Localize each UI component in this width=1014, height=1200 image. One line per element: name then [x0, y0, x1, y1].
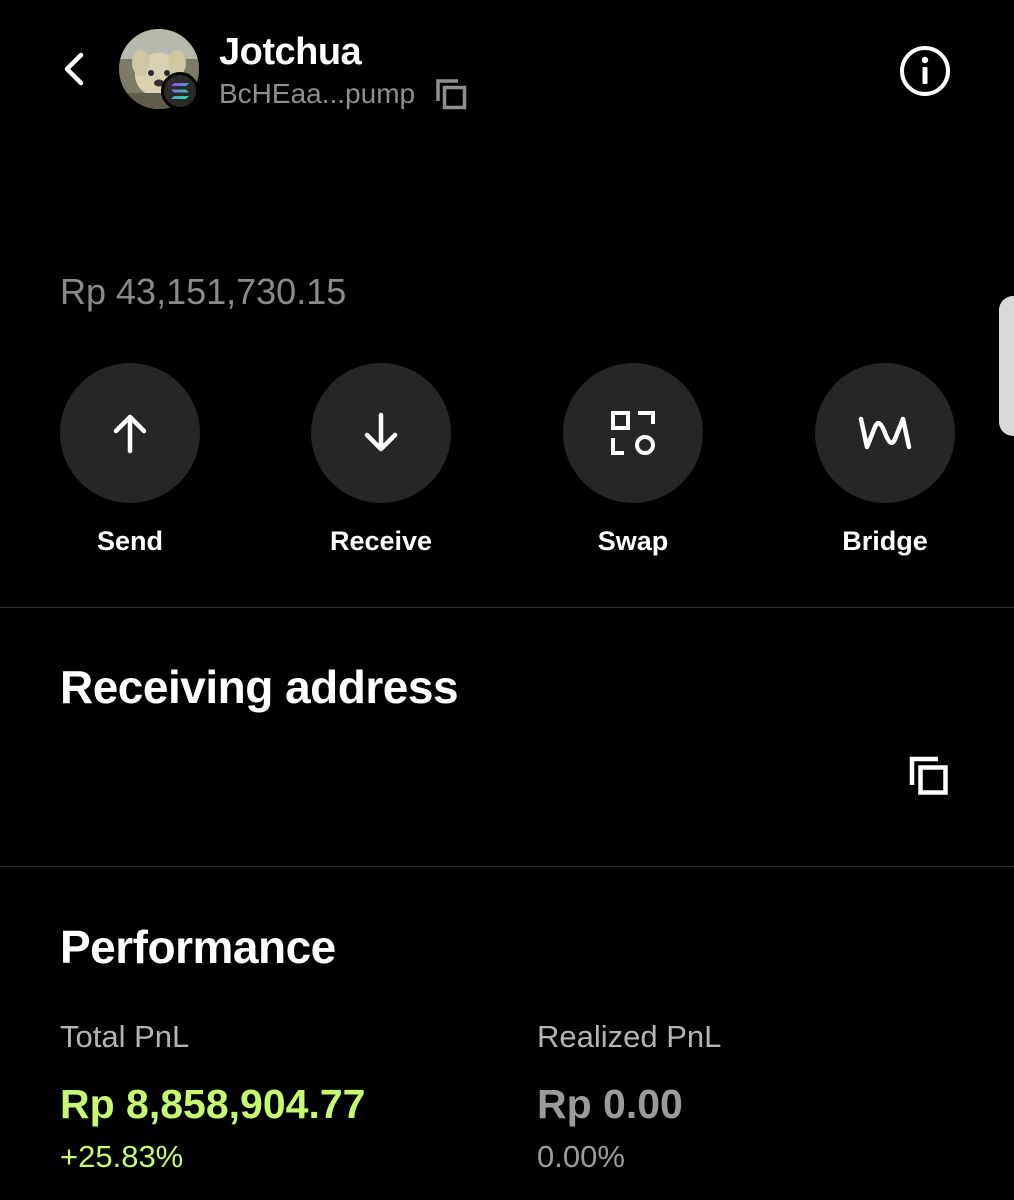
chain-badge: [161, 72, 199, 110]
fiat-balance: Rp 43,151,730.15: [60, 271, 347, 312]
total-pnl-percent: +25.83%: [60, 1139, 184, 1174]
receive-label: Receive: [329, 526, 433, 556]
bridge-label: Bridge: [842, 526, 928, 556]
arrow-up-icon: [113, 414, 147, 454]
performance-title: Performance: [60, 921, 336, 973]
copy-icon: [436, 79, 467, 110]
swap-label: Swap: [597, 526, 669, 556]
token-name: Jotchua: [219, 31, 362, 73]
copy-address-button[interactable]: [434, 77, 468, 111]
total-pnl-label: Total PnL: [60, 1019, 190, 1054]
info-button[interactable]: [898, 44, 952, 98]
receive-button-circle[interactable]: [311, 363, 451, 503]
send-label: Send: [96, 526, 163, 556]
arrow-down-icon: [364, 412, 398, 452]
send-button-circle[interactable]: [60, 363, 200, 503]
solana-chain-icon: [171, 83, 189, 99]
swap-icon: [611, 411, 655, 455]
total-pnl-value: Rp 8,858,904.77: [60, 1081, 366, 1127]
copy-icon: [909, 756, 948, 795]
realized-pnl-label: Realized PnL: [537, 1019, 722, 1054]
realized-pnl-percent: 0.00%: [537, 1139, 625, 1174]
token-address: BcHEaa...pump: [219, 78, 416, 109]
bridge-button[interactable]: Bridge: [815, 363, 955, 557]
bridge-icon: [858, 416, 912, 450]
back-button[interactable]: [52, 46, 96, 92]
info-icon: [900, 46, 950, 96]
swap-button[interactable]: Swap: [563, 363, 703, 557]
divider: [0, 607, 1014, 608]
receive-button[interactable]: Receive: [311, 363, 451, 557]
divider: [0, 866, 1014, 867]
bridge-button-circle[interactable]: [815, 363, 955, 503]
receiving-address-title: Receiving address: [60, 661, 459, 713]
edge-scroll-handle[interactable]: [999, 296, 1014, 436]
swap-button-circle[interactable]: [563, 363, 703, 503]
realized-pnl-value: Rp 0.00: [537, 1081, 683, 1127]
send-button[interactable]: Send: [60, 363, 200, 557]
chevron-left-icon: [64, 52, 84, 86]
copy-receiving-address-button[interactable]: [908, 755, 950, 797]
